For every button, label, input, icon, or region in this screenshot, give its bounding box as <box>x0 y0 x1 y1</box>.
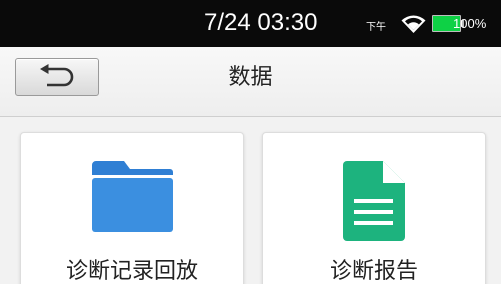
status-time: 7/24 03:30 <box>204 9 318 36</box>
wifi-icon <box>401 15 426 33</box>
battery-percent: 100% <box>453 16 487 31</box>
page-title: 数据 <box>228 65 273 90</box>
tile-diagnostic-record-playback[interactable]: 诊断记录回放 <box>20 132 244 284</box>
tile-label: 诊断记录回放 <box>65 259 198 284</box>
status-ampm: 下午 <box>366 22 386 33</box>
status-bar: 7/24 03:30 下午 100% <box>0 0 501 47</box>
folder-icon <box>92 161 173 232</box>
header-bar: 数据 <box>0 47 501 117</box>
content-area: 诊断记录回放 诊断报告 <box>0 118 501 284</box>
tile-label: 诊断报告 <box>329 259 418 284</box>
document-icon <box>343 161 405 241</box>
tile-diagnostic-report[interactable]: 诊断报告 <box>262 132 486 284</box>
